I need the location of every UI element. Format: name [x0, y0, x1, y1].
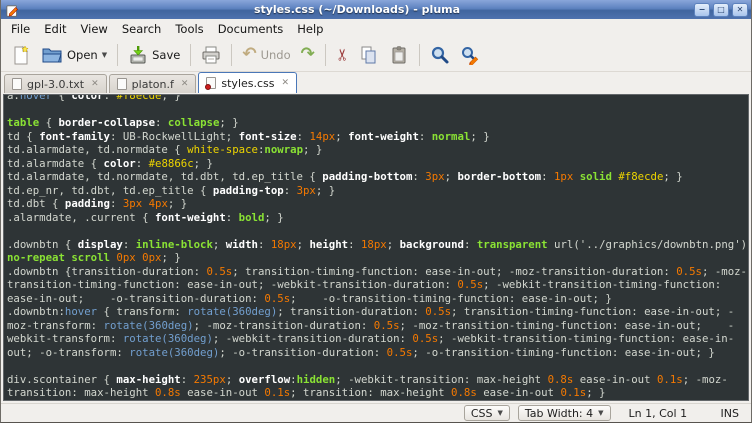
- document-icon: [206, 77, 216, 89]
- menu-search[interactable]: Search: [115, 20, 169, 38]
- modified-emblem-icon: [205, 84, 211, 90]
- toolbar: Open ▼ Save ↶ Undo: [1, 38, 751, 72]
- tab-bar: gpl-3.0.txt ✕ platon.f ✕ styles.css ✕: [1, 72, 751, 93]
- tab-gpl-3.0.txt[interactable]: gpl-3.0.txt ✕: [4, 74, 107, 93]
- undo-button[interactable]: ↶ Undo: [237, 43, 295, 66]
- toolbar-separator: [325, 44, 326, 66]
- code-line: div.scontainer { max-height: 235px; over…: [7, 373, 748, 387]
- code-line: div.scontainer:hover { max-height: 3000p…: [7, 400, 748, 402]
- tab-platon.f[interactable]: platon.f ✕: [109, 74, 197, 93]
- code-line: moz-transform: rotate(360deg); -moz-tran…: [7, 319, 748, 333]
- editor-frame: a:hover { color: #f8ecde; } table { borde…: [1, 93, 751, 403]
- minimize-button[interactable]: −: [694, 3, 710, 17]
- code-line: .downbtn {transition-duration: 0.5s; tra…: [7, 265, 748, 279]
- code-line: [7, 359, 748, 373]
- tab-label: styles.css: [221, 77, 274, 90]
- redo-icon: ↷: [301, 46, 315, 63]
- tab-width-selector[interactable]: Tab Width: 4 ▼: [518, 405, 611, 421]
- code-content: a:hover { color: #f8ecde; } table { borde…: [7, 94, 748, 401]
- code-line: no-repeat scroll 0px 0px; }: [7, 251, 748, 265]
- cursor-position: Ln 1, Col 1: [611, 407, 721, 420]
- copy-icon: [359, 45, 379, 65]
- code-line: .downbtn:hover { transform: rotate(360de…: [7, 305, 748, 319]
- menu-tools[interactable]: Tools: [168, 20, 210, 38]
- code-line: a:hover { color: #f8ecde; }: [7, 94, 748, 103]
- new-document-button[interactable]: [6, 42, 36, 68]
- undo-icon: ↶: [242, 46, 256, 63]
- document-icon: [12, 78, 22, 90]
- cut-button[interactable]: ✂: [331, 42, 354, 67]
- code-line: td { font-family: UB-RockwellLight; font…: [7, 130, 748, 144]
- chevron-down-icon: ▼: [598, 409, 603, 417]
- toolbar-separator: [419, 44, 420, 66]
- tab-label: platon.f: [132, 78, 174, 91]
- menu-help[interactable]: Help: [290, 20, 330, 38]
- code-line: [7, 224, 748, 238]
- find-button[interactable]: [425, 42, 455, 68]
- tab-label: gpl-3.0.txt: [27, 78, 84, 91]
- tab-close-icon[interactable]: ✕: [179, 79, 189, 89]
- search-replace-icon: [460, 45, 480, 65]
- open-button[interactable]: Open ▼: [36, 43, 112, 67]
- print-button[interactable]: [196, 42, 226, 68]
- document-icon: [117, 78, 127, 90]
- menu-file[interactable]: File: [4, 20, 37, 38]
- new-document-icon: [11, 45, 31, 65]
- code-line: ease-in-out; -o-transition-duration: 0.5…: [7, 292, 748, 306]
- save-button-label: Save: [152, 48, 180, 62]
- title-bar[interactable]: styles.css (~/Downloads) - pluma − □ ✕: [1, 0, 751, 19]
- replace-button[interactable]: [455, 42, 485, 68]
- chevron-down-icon: ▼: [497, 409, 502, 417]
- save-icon: [128, 45, 148, 65]
- toolbar-separator: [117, 44, 118, 66]
- code-line: out; -o-transform: rotate(360deg); -o-tr…: [7, 346, 748, 360]
- open-dropdown-chevron-icon[interactable]: ▼: [102, 51, 107, 59]
- code-line: transition-timing-function: ease-in-out;…: [7, 278, 748, 292]
- redo-button[interactable]: ↷: [296, 43, 320, 66]
- code-line: .downbtn { display: inline-block; width:…: [7, 238, 748, 252]
- code-line: webkit-transform: rotate(360deg); -webki…: [7, 332, 748, 346]
- open-folder-icon: [41, 46, 63, 64]
- toolbar-separator: [231, 44, 232, 66]
- window-title: styles.css (~/Downloads) - pluma: [20, 3, 694, 16]
- code-line: td.alarmdate, td.normdate, td.dbt, td.ep…: [7, 170, 748, 184]
- status-bar: CSS ▼ Tab Width: 4 ▼ Ln 1, Col 1 INS: [1, 403, 751, 422]
- cut-scissors-icon: ✂: [333, 48, 352, 61]
- language-value: CSS: [471, 407, 493, 420]
- tab-width-value: Tab Width: 4: [525, 407, 593, 420]
- pluma-window: styles.css (~/Downloads) - pluma − □ ✕ F…: [0, 0, 752, 423]
- menu-edit[interactable]: Edit: [37, 20, 73, 38]
- language-selector[interactable]: CSS ▼: [464, 405, 510, 421]
- menu-view[interactable]: View: [74, 20, 115, 38]
- code-line: td.alarmdate { color: #e8866c; }: [7, 157, 748, 171]
- close-button[interactable]: ✕: [732, 3, 748, 17]
- insert-mode-indicator: INS: [721, 407, 739, 420]
- code-line: td.ep_nr, td.dbt, td.ep_title { padding-…: [7, 184, 748, 198]
- search-icon: [430, 45, 450, 65]
- undo-button-label: Undo: [261, 48, 291, 62]
- code-line: transition: max-height 0.8s ease-in-out …: [7, 386, 748, 400]
- print-icon: [201, 45, 221, 65]
- toolbar-separator: [190, 44, 191, 66]
- code-line: td.alarmdate, td.normdate { white-space:…: [7, 143, 748, 157]
- paste-button[interactable]: [384, 42, 414, 68]
- code-line: .alarmdate, .current { font-weight: bold…: [7, 211, 748, 225]
- code-line: td.dbt { padding: 3px 4px; }: [7, 197, 748, 211]
- paste-clipboard-icon: [389, 45, 409, 65]
- maximize-button[interactable]: □: [713, 3, 729, 17]
- menu-bar: FileEditViewSearchToolsDocumentsHelp: [1, 19, 751, 38]
- tab-close-icon[interactable]: ✕: [280, 78, 290, 88]
- code-line: [7, 103, 748, 117]
- pluma-app-icon: [6, 3, 20, 17]
- tab-styles.css[interactable]: styles.css ✕: [198, 72, 297, 93]
- save-button[interactable]: Save: [123, 42, 185, 68]
- code-editor[interactable]: a:hover { color: #f8ecde; } table { borde…: [3, 94, 749, 401]
- menu-documents[interactable]: Documents: [211, 20, 291, 38]
- copy-button[interactable]: [354, 42, 384, 68]
- tab-close-icon[interactable]: ✕: [89, 79, 99, 89]
- code-line: table { border-collapse: collapse; }: [7, 116, 748, 130]
- open-button-label: Open: [67, 48, 98, 62]
